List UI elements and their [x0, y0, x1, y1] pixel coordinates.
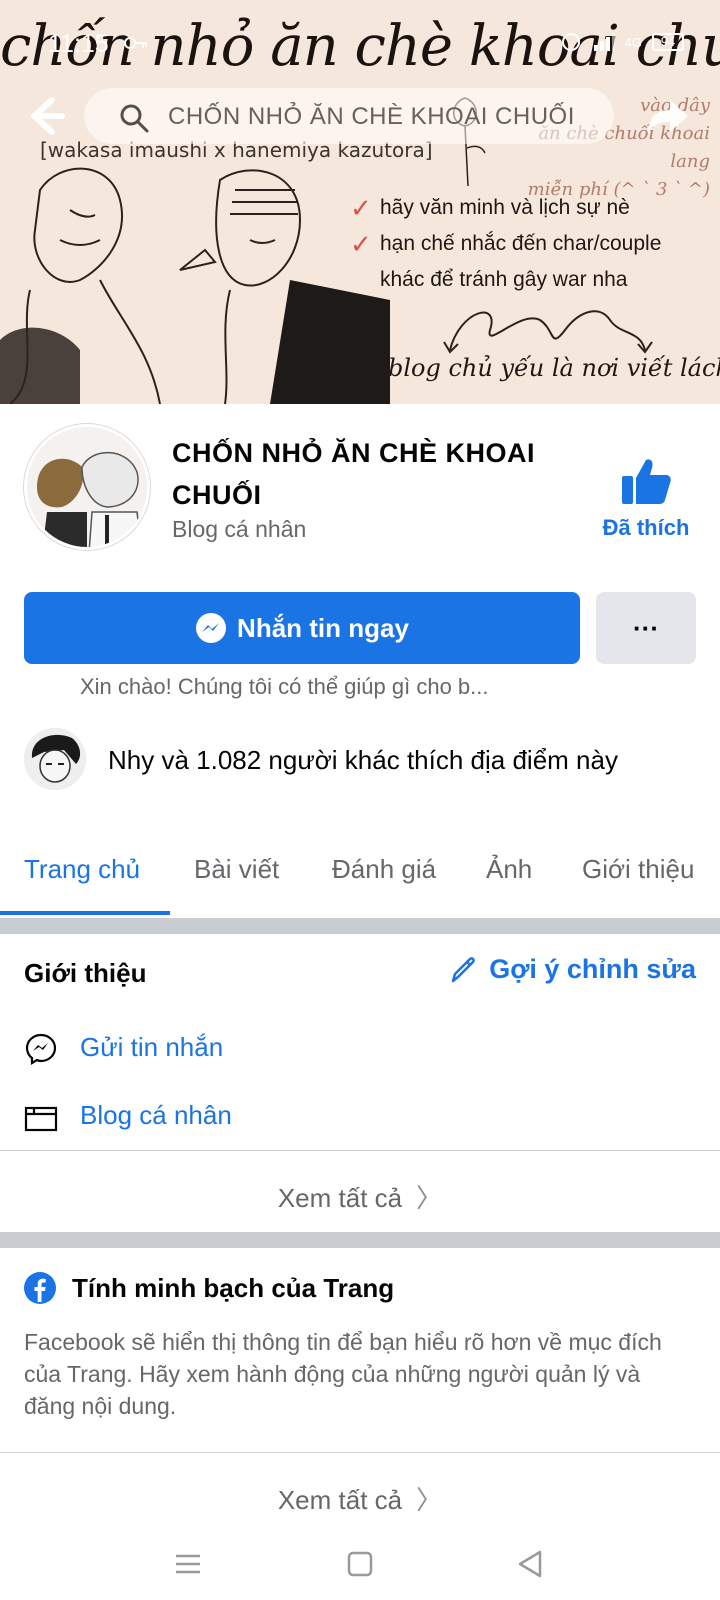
share-icon[interactable]: [640, 88, 696, 144]
status-time: 11:15: [48, 30, 109, 58]
see-all-label: Xem tất cả: [277, 1183, 403, 1213]
checkmark-icon: ✓: [350, 228, 372, 259]
tab-posts[interactable]: Bài viết: [194, 854, 279, 885]
loop-arrow-doodle: [443, 310, 653, 354]
pencil-icon: [451, 956, 476, 982]
cover-rules: ✓ hãy văn minh và lịch sự nè ✓ hạn chế n…: [350, 190, 661, 298]
top-nav: CHỐN NHỎ ĂN CHÈ KHOAI CHUỐI: [0, 88, 720, 148]
chevron-right-icon: 〉: [416, 1485, 443, 1515]
friend-avatar-illustration: [24, 728, 86, 790]
back-triangle-icon[interactable]: [510, 1544, 550, 1584]
intro-item-label: Gửi tin nhắn: [80, 1032, 224, 1062]
active-tab-indicator: [0, 911, 170, 915]
vpn-icon: [561, 33, 580, 51]
intro-item-send-message[interactable]: Gửi tin nhắn: [24, 1030, 694, 1070]
intro-title: Giới thiệu: [24, 958, 147, 988]
friends-like-row[interactable]: Nhy và 1.082 người khác thích địa điểm n…: [24, 728, 704, 794]
page-category: Blog cá nhân: [172, 516, 307, 542]
home-square-icon[interactable]: [340, 1544, 380, 1584]
battery-icon: 94: [652, 33, 684, 51]
profile-avatar[interactable]: [24, 424, 150, 550]
tab-about[interactable]: Giới thiệu: [582, 854, 694, 885]
cover-rule: ✓ hãy văn minh và lịch sự nè: [350, 192, 630, 223]
status-icons: 4G 94: [559, 32, 684, 52]
transparency-see-all-button[interactable]: Xem tất cả 〉: [0, 1480, 720, 1517]
page-title: CHỐN NHỎ ĂN CHÈ KHOAI CHUỐI: [172, 438, 536, 510]
messenger-icon: [196, 613, 227, 643]
page-tabs: Trang chủ Bài viết Đánh giá Ảnh Giới thi…: [0, 840, 720, 918]
search-icon: [120, 104, 149, 133]
intro-item-label: Blog cá nhân: [80, 1100, 232, 1130]
tab-photos[interactable]: Ảnh: [486, 854, 532, 885]
key-icon: [124, 37, 147, 49]
greeting-text: Xin chào! Chúng tôi có thể giúp gì cho b…: [80, 674, 489, 699]
divider: [0, 1452, 720, 1453]
friends-like-text: Nhy và 1.082 người khác thích địa điểm n…: [108, 745, 618, 775]
search-text[interactable]: CHỐN NHỎ ĂN CHÈ KHOAI CHUỐI: [168, 103, 575, 131]
signal-icon: [593, 33, 615, 51]
liked-label: Đã thích: [602, 515, 690, 540]
transparency-body: Facebook sẽ hiển thị thông tin để bạn hi…: [24, 1329, 662, 1419]
suggest-edit-button[interactable]: Gợi ý chỉnh sửa: [449, 954, 696, 985]
status-bar: 11:15 4G 94: [0, 0, 720, 70]
send-message-label: Nhắn tin ngay: [237, 612, 409, 643]
cover-illustration: [0, 167, 390, 404]
friend-avatar: [24, 728, 86, 790]
checkmark-icon: ✓: [350, 192, 372, 223]
transparency-title: Tính minh bạch của Trang: [72, 1272, 395, 1303]
cover-footer: blog chủ yếu là nơi viết lách owo: [388, 354, 720, 382]
menu-icon[interactable]: [168, 1544, 208, 1584]
thumbs-up-icon: [622, 459, 671, 504]
suggest-edit-label: Gợi ý chỉnh sửa: [489, 954, 696, 984]
back-arrow-icon[interactable]: [18, 90, 70, 142]
clapperboard-icon: [24, 1106, 58, 1132]
intro-item-category[interactable]: Blog cá nhân: [24, 1098, 694, 1138]
messenger-outline-icon: [25, 1033, 57, 1065]
cover-rule: ✓ hạn chế nhắc đến char/couple: [350, 228, 662, 259]
tab-home[interactable]: Trang chủ: [24, 854, 140, 885]
send-message-button[interactable]: Nhắn tin ngay: [24, 592, 580, 664]
system-nav-bar: [0, 1530, 720, 1600]
divider: [0, 1150, 720, 1151]
intro-see-all-button[interactable]: Xem tất cả 〉: [0, 1178, 720, 1215]
facebook-icon: [24, 1272, 56, 1304]
cover-rule: khác để tránh gây war nha: [380, 268, 628, 291]
section-divider: [0, 918, 720, 934]
network-type: 4G: [624, 34, 642, 50]
liked-button[interactable]: Đã thích: [590, 456, 702, 541]
see-all-label: Xem tất cả: [277, 1485, 403, 1515]
cover-photo[interactable]: chốn nhỏ ăn chè khoai chuối [wakasa imau…: [0, 0, 720, 404]
tab-reviews[interactable]: Đánh giá: [332, 854, 436, 885]
transparency-header: Tính minh bạch của Trang: [24, 1272, 394, 1304]
avatar-illustration: [27, 427, 147, 547]
chevron-right-icon: 〉: [416, 1183, 443, 1213]
more-options-button[interactable]: ···: [596, 592, 696, 664]
section-divider: [0, 1232, 720, 1248]
